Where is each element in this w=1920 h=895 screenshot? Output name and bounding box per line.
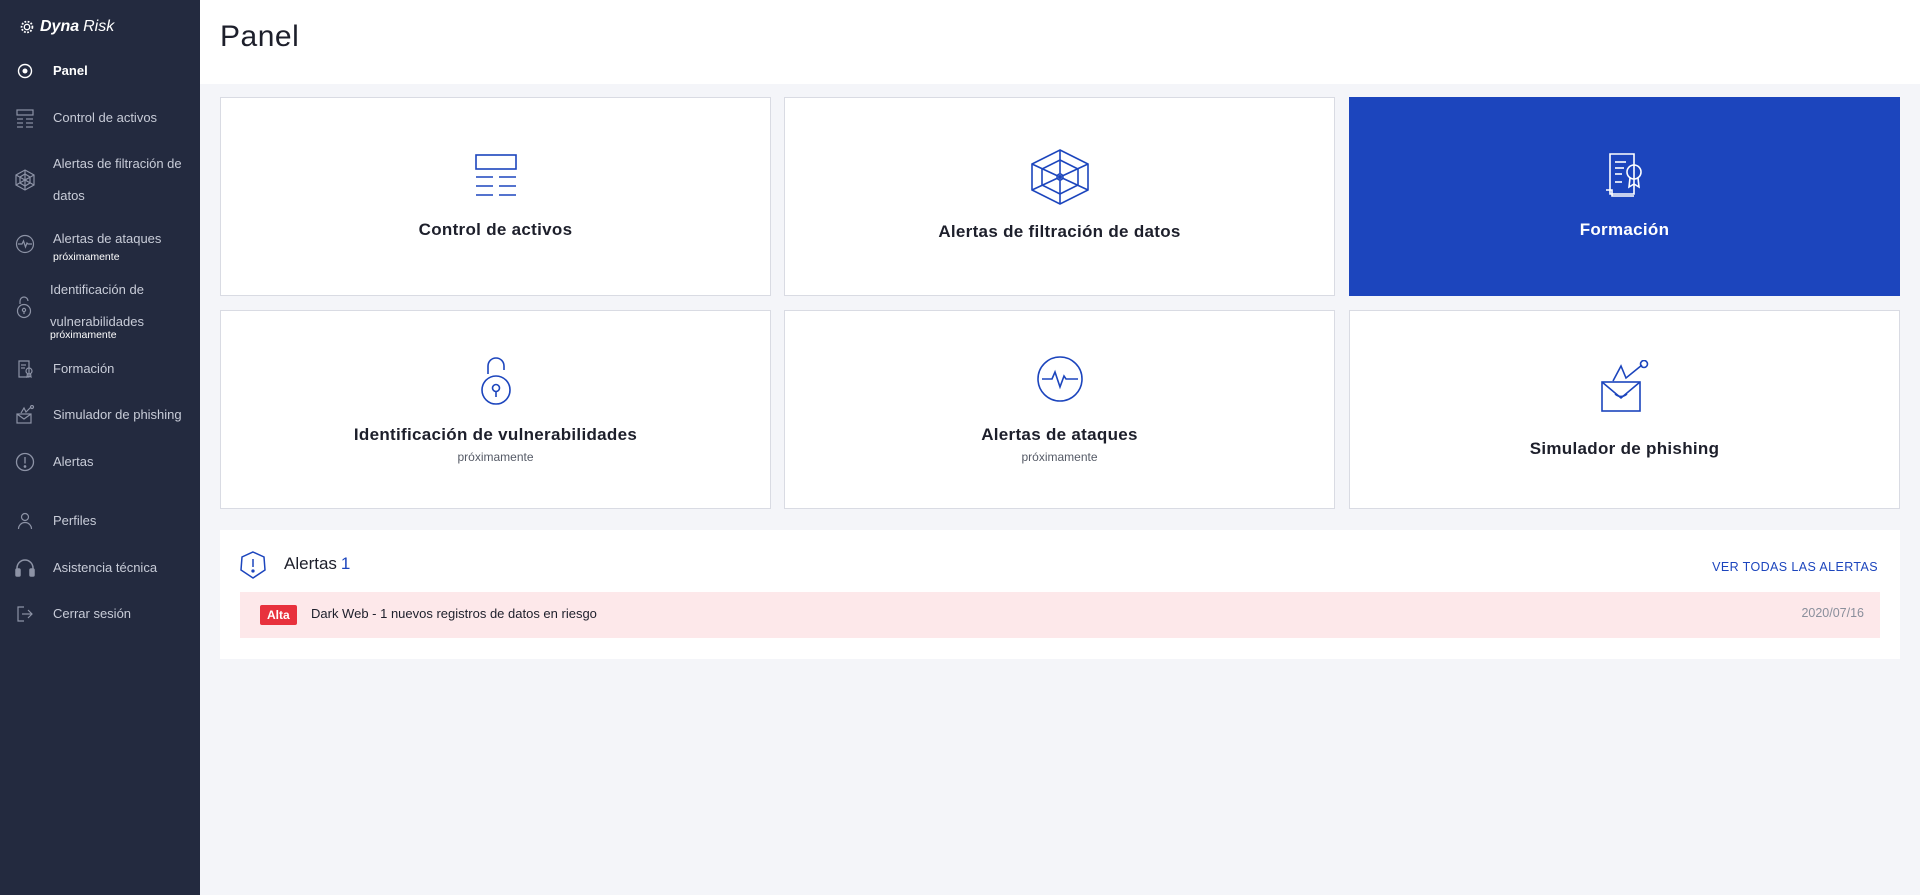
card-title: Control de activos (418, 220, 573, 239)
see-all-alerts-link[interactable]: VER TODAS LAS ALERTAS (1712, 560, 1878, 574)
card-title: Identificación de vulnerabilidades (353, 425, 638, 444)
web-leak-icon (1030, 149, 1089, 205)
pulse-icon (14, 233, 36, 255)
card-title: Formación (1579, 220, 1670, 239)
sidebar-item-data-leak-alerts[interactable]: Alertas de filtración de datos (0, 148, 200, 213)
radio-dot-icon (14, 60, 36, 82)
alert-shield-icon (240, 551, 266, 579)
web-icon (14, 169, 36, 191)
sidebar-item-label: Control de activos (53, 110, 158, 125)
sidebar-item-panel[interactable]: Panel (0, 55, 200, 87)
card-asset-control[interactable]: Control de activos (220, 97, 771, 296)
sidebar-item-vulnerabilities[interactable]: Identificación de vulnerabilidades próxi… (0, 274, 200, 346)
card-title: Alertas de ataques (981, 425, 1138, 444)
card-training[interactable]: Formación (1349, 97, 1900, 296)
pulse-icon (1036, 356, 1083, 402)
brand-name-bold: Dyna (40, 18, 80, 35)
sidebar-item-training[interactable]: Formación (0, 353, 200, 385)
list-icon (14, 107, 36, 129)
sidebar-item-label-line2: datos (53, 188, 85, 203)
sidebar-item-profiles[interactable]: Perfiles (0, 505, 200, 537)
logout-icon (14, 603, 36, 625)
sidebar-item-label: Panel (53, 63, 88, 78)
sidebar-item-label: Perfiles (53, 513, 97, 528)
sidebar: Dyna Risk Panel Control de activos Alerta… (0, 0, 200, 895)
card-title: Alertas de filtración de datos (938, 222, 1181, 241)
alerts-count: 1 (340, 554, 351, 573)
sidebar-item-sub: próximamente (53, 251, 120, 263)
card-vulnerabilities[interactable]: Identificación de vulnerabilidades próxi… (220, 310, 771, 509)
sidebar-item-attack-alerts[interactable]: Alertas de ataques próximamente (0, 227, 200, 267)
sidebar-item-logout[interactable]: Cerrar sesión (0, 598, 200, 630)
brand-logo[interactable]: Dyna Risk (18, 18, 114, 36)
alert-text: Dark Web - 1 nuevos registros de datos e… (311, 606, 597, 621)
alerts-title-text: Alertas (284, 554, 337, 573)
unlock-icon (13, 296, 35, 319)
sidebar-item-label-line1: Alertas de filtración de (53, 156, 182, 171)
sidebar-item-alerts[interactable]: Alertas (0, 446, 200, 478)
alert-row[interactable]: Alta Dark Web - 1 nuevos registros de da… (240, 592, 1880, 638)
card-data-leak-alerts[interactable]: Alertas de filtración de datos (784, 97, 1335, 296)
sidebar-item-label-line1: Identificación de (50, 282, 144, 297)
page-header: Panel (200, 0, 1920, 84)
alert-date: 2020/07/16 (1801, 606, 1864, 620)
sidebar-item-asset-control[interactable]: Control de activos (0, 102, 200, 134)
alert-icon (14, 451, 36, 473)
user-icon (14, 510, 36, 532)
sidebar-item-label: Cerrar sesión (53, 606, 132, 621)
phishing-icon (1600, 360, 1648, 412)
certificate-icon (14, 358, 36, 380)
certificate-icon (1605, 153, 1642, 197)
card-title: Simulador de phishing (1529, 439, 1720, 458)
sidebar-item-label: Asistencia técnica (53, 560, 158, 575)
sidebar-item-label: Formación (53, 361, 115, 376)
sidebar-item-label: Simulador de phishing (53, 407, 182, 422)
asset-control-icon (474, 154, 517, 196)
sidebar-item-support[interactable]: Asistencia técnica (0, 552, 200, 584)
page-title: Panel (220, 20, 300, 53)
unlock-icon (480, 357, 511, 405)
severity-badge: Alta (260, 605, 297, 625)
sidebar-item-label: Alertas (53, 454, 94, 469)
card-subtitle: próximamente (1021, 450, 1098, 464)
headset-icon (14, 557, 36, 579)
sidebar-item-phishing-simulator[interactable]: Simulador de phishing (0, 399, 200, 431)
card-subtitle: próximamente (457, 450, 534, 464)
brand-name-light: Risk (83, 18, 115, 35)
sidebar-item-sub: próximamente (50, 329, 117, 341)
alerts-panel: Alertas 1 VER TODAS LAS ALERTAS Alta Dark… (220, 530, 1900, 659)
alerts-title: Alertas 1 (284, 554, 350, 574)
card-attack-alerts[interactable]: Alertas de ataques próximamente (784, 310, 1335, 509)
phishing-icon (14, 404, 36, 426)
card-phishing-simulator[interactable]: Simulador de phishing (1349, 310, 1900, 509)
gear-logo-icon (20, 20, 34, 34)
